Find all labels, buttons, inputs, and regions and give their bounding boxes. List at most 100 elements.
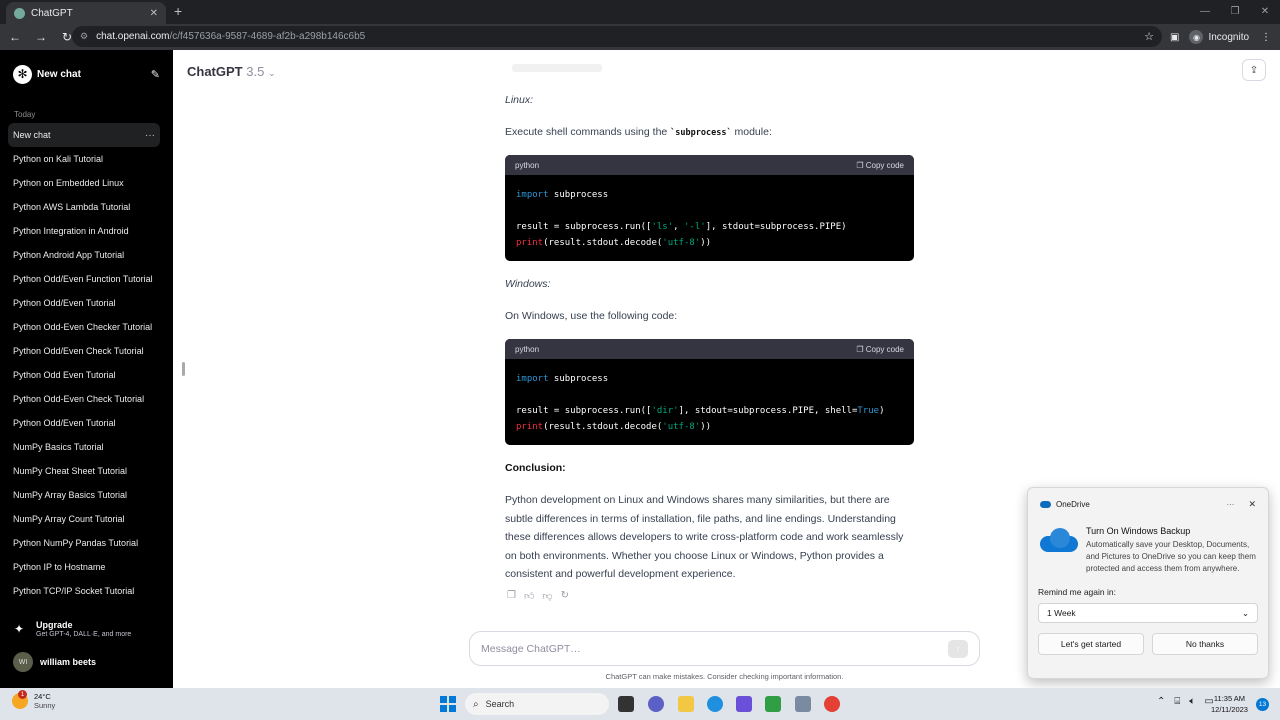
copy-icon[interactable]: ❐ bbox=[507, 590, 516, 602]
linux-intro: Execute shell commands using the `subpro… bbox=[505, 123, 915, 143]
user-menu[interactable]: WI william beets bbox=[0, 652, 109, 672]
lets-get-started-button[interactable]: Let's get started bbox=[1038, 633, 1144, 655]
sidebar-chat-item[interactable]: NumPy Cheat Sheet Tutorial bbox=[8, 459, 160, 483]
sidebar-chat-item[interactable]: New chat ··· bbox=[8, 123, 160, 147]
sidebar-chat-item[interactable]: Python Odd/Even Check Tutorial bbox=[8, 339, 160, 363]
new-tab-button[interactable]: + bbox=[174, 3, 182, 19]
sidebar-chat-item[interactable]: NumPy Basics Tutorial bbox=[8, 435, 160, 459]
conclusion-text: Python development on Linux and Windows … bbox=[505, 494, 904, 580]
sidebar-chat-item[interactable]: Python Odd Even Tutorial bbox=[8, 363, 160, 387]
sidebar-chat-item[interactable]: Python Odd/Even Tutorial bbox=[8, 411, 160, 435]
window-controls: — ❐ ✕ bbox=[1190, 0, 1280, 22]
new-chat-edit-icon[interactable]: ✎ bbox=[151, 68, 160, 81]
message-actions: ❐ 👍︎ 👎︎ ↻ bbox=[507, 590, 569, 602]
taskbar-search[interactable]: ⌕ Search bbox=[465, 693, 609, 715]
sidebar-chat-label: NumPy Basics Tutorial bbox=[13, 442, 104, 452]
sidebar-chat-item[interactable]: Python Odd-Even Checker Tutorial bbox=[8, 315, 160, 339]
chat-app-icon[interactable] bbox=[648, 696, 664, 712]
clock-time: 11:35 AM bbox=[1213, 694, 1246, 703]
app-icon-2[interactable] bbox=[765, 696, 781, 712]
address-bar[interactable]: ⚙ chat.openai.com/c/f457636a-9587-4689-a… bbox=[72, 26, 1162, 47]
send-button[interactable]: ↑ bbox=[948, 639, 968, 658]
sidebar-chat-item[interactable]: Python TCP/IP Socket Tutorial bbox=[8, 579, 160, 603]
browser-right-tools: ▣ ◉ Incognito ⋮ bbox=[1170, 24, 1271, 50]
sidebar-chat-item[interactable]: Python Odd-Even Check Tutorial bbox=[8, 387, 160, 411]
weather-widget[interactable]: 1 24°C Sunny bbox=[12, 690, 55, 710]
share-button[interactable]: ⇪ bbox=[1242, 59, 1266, 81]
sidebar-chat-item[interactable]: Python Android App Tutorial bbox=[8, 243, 160, 267]
model-selector[interactable]: ChatGPT 3.5 ⌄ bbox=[187, 64, 276, 79]
file-explorer-icon[interactable] bbox=[678, 696, 694, 712]
sidebar-chat-item[interactable]: NumPy Array Basics Tutorial bbox=[8, 483, 160, 507]
incognito-label[interactable]: Incognito bbox=[1208, 32, 1249, 43]
volume-icon[interactable]: 🔈︎ bbox=[1189, 696, 1195, 707]
sidebar-chat-item[interactable]: Python AWS Lambda Tutorial bbox=[8, 195, 160, 219]
forward-icon[interactable]: → bbox=[30, 30, 52, 44]
arrow-up-icon: ↑ bbox=[955, 643, 961, 654]
chevron-up-icon[interactable]: ⌃ bbox=[1157, 696, 1165, 707]
sidebar-chat-item[interactable]: Python Odd/Even Tutorial bbox=[8, 291, 160, 315]
back-icon[interactable]: ← bbox=[4, 30, 26, 44]
start-button-icon[interactable] bbox=[440, 696, 456, 712]
bookmark-star-icon[interactable]: ☆ bbox=[1144, 30, 1154, 43]
sidebar-chat-label: Python NumPy Pandas Tutorial bbox=[13, 538, 139, 548]
no-thanks-button[interactable]: No thanks bbox=[1152, 633, 1258, 655]
copy-code-label: Copy code bbox=[865, 160, 904, 170]
copy-code-button[interactable]: ❐ Copy code bbox=[856, 345, 904, 354]
onedrive-small-icon bbox=[1040, 501, 1051, 508]
sidebar-chat-label: Python Odd-Even Check Tutorial bbox=[13, 394, 145, 404]
network-icon[interactable]: ⌸ bbox=[1174, 696, 1180, 707]
sidebar: ✻ New chat ✎ Today New chat ··· Python on … bbox=[0, 50, 173, 688]
sidebar-chat-item[interactable]: Python NumPy Pandas Tutorial bbox=[8, 531, 160, 555]
maximize-icon[interactable]: ❐ bbox=[1220, 0, 1250, 22]
close-window-icon[interactable]: ✕ bbox=[1250, 0, 1280, 22]
app-icon-3[interactable] bbox=[795, 696, 811, 712]
sidebar-resize-handle[interactable] bbox=[182, 362, 185, 376]
onedrive-notification: OneDrive ··· ✕ Turn On Windows Backup Au… bbox=[1027, 487, 1269, 679]
taskbar-clock[interactable]: 11:35 AM 12/11/2023 bbox=[1211, 693, 1248, 715]
toast-more-icon[interactable]: ··· bbox=[1226, 500, 1234, 509]
browser-tab-chatgpt[interactable]: ChatGPT ✕ bbox=[6, 2, 166, 24]
sidebar-chat-item[interactable]: Python IP to Hostname bbox=[8, 555, 160, 579]
taskbar-search-label: Search bbox=[485, 699, 515, 709]
model-version: 3.5 bbox=[246, 64, 265, 79]
site-info-icon[interactable]: ⚙ bbox=[80, 31, 88, 42]
minimize-icon[interactable]: — bbox=[1190, 0, 1220, 22]
sidebar-chat-item[interactable]: Python on Kali Tutorial bbox=[8, 147, 160, 171]
task-view-icon[interactable] bbox=[618, 696, 634, 712]
copy-code-button[interactable]: ❐ Copy code bbox=[856, 161, 904, 170]
sidebar-chat-item[interactable]: Python on Embedded Linux bbox=[8, 171, 160, 195]
thumbs-down-icon[interactable]: 👎︎ bbox=[542, 590, 552, 602]
upgrade-title: Upgrade bbox=[36, 620, 73, 630]
sidebar-chat-label: Python IP to Hostname bbox=[13, 562, 106, 572]
incognito-icon[interactable]: ◉ bbox=[1189, 30, 1204, 44]
edge-browser-icon[interactable] bbox=[707, 696, 723, 712]
chat-history-list: New chat ··· Python on Kali Tutorial Python… bbox=[0, 123, 173, 603]
sidebar-new-chat[interactable]: ✻ New chat ✎ bbox=[0, 50, 173, 98]
sidebar-chat-label: New chat bbox=[13, 130, 51, 140]
thumbs-up-icon[interactable]: 👍︎ bbox=[524, 590, 534, 602]
browser-menu-icon[interactable]: ⋮ bbox=[1261, 32, 1271, 43]
linux-heading: Linux: bbox=[505, 94, 534, 106]
sun-icon: 1 bbox=[12, 690, 28, 709]
remind-select[interactable]: 1 Week ⌄ bbox=[1038, 603, 1258, 623]
chrome-browser-icon[interactable] bbox=[824, 696, 840, 712]
regenerate-icon[interactable]: ↻ bbox=[561, 590, 569, 602]
app-icon[interactable] bbox=[736, 696, 752, 712]
code-language: python bbox=[515, 344, 540, 354]
close-tab-icon[interactable]: ✕ bbox=[150, 8, 158, 19]
notification-badge[interactable]: 13 bbox=[1256, 698, 1269, 711]
upgrade-button[interactable]: ✦ Upgrade Get GPT-4, DALL·E, and more bbox=[0, 620, 173, 638]
sidebar-chat-item[interactable]: Python Integration in Android bbox=[8, 219, 160, 243]
side-panel-icon[interactable]: ▣ bbox=[1170, 32, 1179, 43]
sidebar-chat-item[interactable]: Python Odd/Even Function Tutorial bbox=[8, 267, 160, 291]
remind-value: 1 Week bbox=[1047, 608, 1076, 618]
more-options-icon[interactable]: ··· bbox=[145, 130, 155, 141]
toast-close-icon[interactable]: ✕ bbox=[1248, 499, 1256, 510]
onedrive-cloud-icon bbox=[1040, 528, 1078, 552]
message-input[interactable] bbox=[481, 642, 948, 655]
sidebar-chat-label: Python Odd/Even Tutorial bbox=[13, 418, 116, 428]
toast-body: Turn On Windows Backup Automatically sav… bbox=[1028, 510, 1268, 575]
sidebar-chat-item[interactable]: NumPy Array Count Tutorial bbox=[8, 507, 160, 531]
inline-code-subprocess: `subprocess` bbox=[670, 128, 732, 138]
